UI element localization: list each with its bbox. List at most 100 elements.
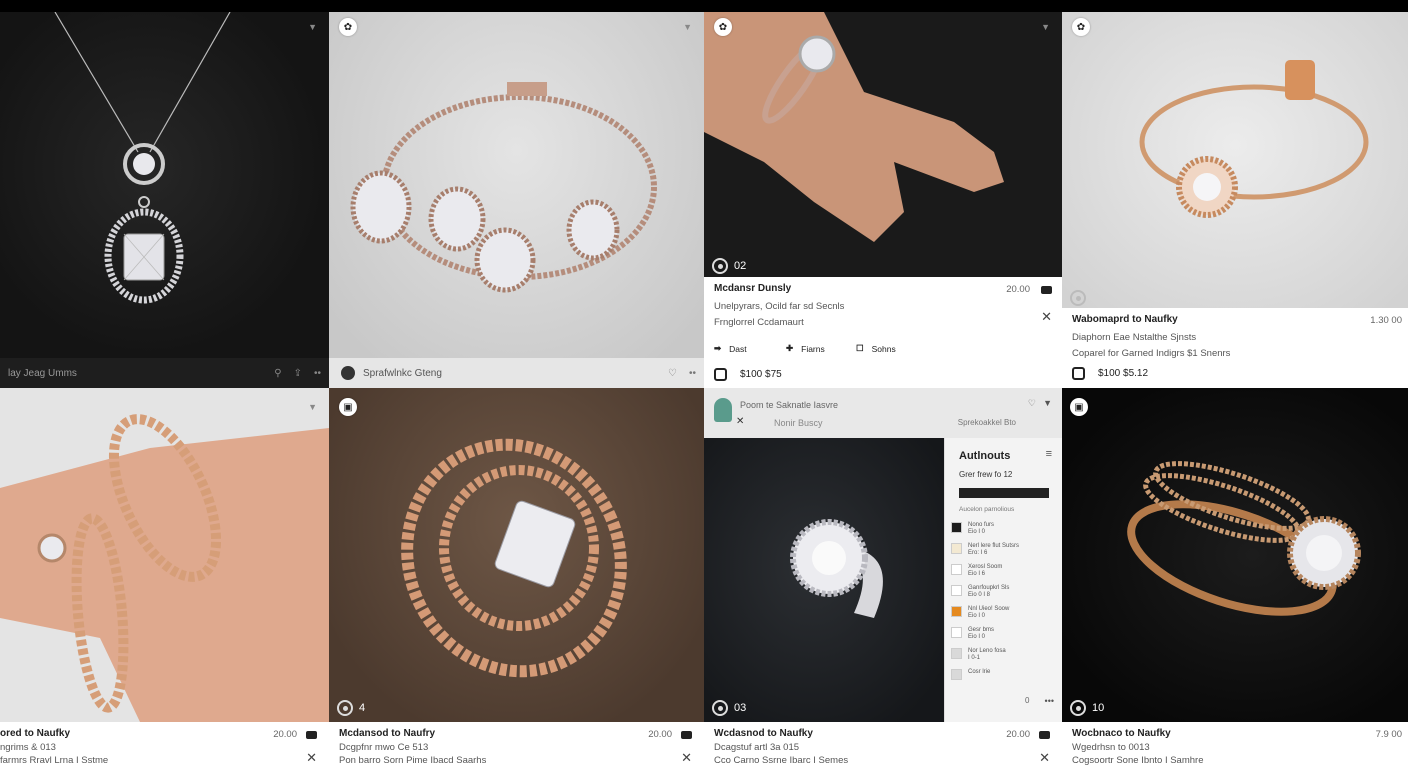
product-tile-bracelet[interactable]: ✿ ▼ Sprafwlnkc Gteng ♡ ••: [329, 12, 704, 388]
panel-row[interactable]: Xerosl Soom Eio I 6: [951, 564, 1057, 585]
panel-title: Autlnouts: [959, 450, 1011, 462]
ring-illustration: [1139, 60, 1369, 218]
panel-row-sublabel: I 0-1: [968, 655, 981, 661]
more-icon[interactable]: ••: [314, 368, 321, 379]
product-price: 1.30 00: [1370, 315, 1402, 326]
product-subdescription: Coparel for Garned Indigrs $1 Snenrs: [1072, 348, 1231, 359]
logo-icon: ✿: [1072, 18, 1090, 36]
product-description: Wgedrhsn to 0013: [1072, 742, 1150, 753]
card-icon[interactable]: [306, 731, 317, 739]
product-title: Mcdansod to Naufry: [339, 728, 436, 739]
panel-row[interactable]: Nor Leno fosa I 0-1: [951, 648, 1057, 669]
product-title: Mcdansr Dunsly: [714, 283, 792, 294]
product-tile-necklace[interactable]: ▼ lay Jeag Umms ⚲ ⇪ ••: [0, 12, 329, 388]
card-icon[interactable]: [1039, 731, 1050, 739]
necklace-illustration: [54, 12, 231, 304]
logo-icon: ✿: [339, 18, 357, 36]
panel-row-label: Gesr bms: [968, 627, 995, 633]
panel-row-text: Xerosl Soom Eio I 6: [968, 564, 1002, 578]
panel-row[interactable]: Ganrfoupkrl Sls Eio 0 I 8: [951, 585, 1057, 606]
product-tile-halo-ring[interactable]: Poom te Saknatle Iasvre Nonir Buscy ✕ Sp…: [704, 388, 1062, 768]
close-icon[interactable]: ✕: [1039, 750, 1050, 766]
panel-row-sublabel: Eio I 0: [968, 529, 986, 535]
product-tile-gold-ring[interactable]: ▣ 10 Wocbnaco to Naufky 7.9 00 Wgedrhsn …: [1062, 388, 1408, 768]
panel-row[interactable]: Nerl lere flut Sutsrs Ero: I 6: [951, 543, 1057, 564]
fiber-icon: ✚: [786, 343, 794, 353]
bracelet-illustration: [350, 82, 657, 293]
image-counter: 03: [712, 700, 746, 716]
panel-row-label: Ganrfoupkrl Sls: [968, 585, 1010, 591]
color-swatch: [951, 585, 962, 596]
panel-row[interactable]: Nnl Uieo! Soow Eio I 0: [951, 606, 1057, 627]
filter-panel: Autlnouts ≡ Grer frew fo 12 Aucelon parn…: [944, 438, 1062, 722]
carousel-icon: [337, 700, 353, 716]
product-description: Diaphorn Eae Nstalthe Sjnsts: [1072, 332, 1197, 343]
finger-rings-photo: [0, 388, 329, 722]
panel-row-label: Nono furs: [968, 522, 995, 528]
panel-row-text: Nnl Uieo! Soow Eio I 0: [968, 606, 1009, 620]
color-swatch: [951, 606, 962, 617]
frame-icon: ☐: [856, 343, 864, 353]
close-icon[interactable]: ✕: [681, 750, 692, 766]
pin-icon[interactable]: ♡: [668, 368, 677, 379]
carousel-icon: [1070, 700, 1086, 716]
product-info-card: Wocbnaco to Naufky 7.9 00 Wgedrhsn to 00…: [1062, 722, 1408, 768]
hand-ring-photo: [704, 12, 1062, 277]
action-save[interactable]: ✚ Fiarns: [786, 343, 825, 354]
panel-row-label: Nor Leno fosa: [968, 648, 1006, 654]
panel-row-sublabel: Eio I 0: [968, 613, 986, 619]
more-icon[interactable]: ••: [689, 368, 696, 379]
product-tile-emerald-ring[interactable]: ▣ 4 Mcdansod to Naufry 20.00 Dcgpfnr mwo…: [329, 388, 704, 768]
search-icon[interactable]: ⚲: [274, 368, 281, 379]
tile-header: Poom te Saknatle Iasvre Nonir Buscy ✕ Sp…: [704, 388, 1062, 438]
product-info-card: Wabomaprd to Naufky 1.30 00 Diaphorn Eae…: [1062, 308, 1408, 388]
panel-row-label: Cosr lrie: [968, 669, 991, 675]
panel-row-text: Nerl lere flut Sutsrs Ero: I 6: [968, 543, 1019, 557]
footer-price: $100 $5.12: [1098, 368, 1149, 379]
header-name: Poom te Saknatle Iasvre: [740, 400, 839, 410]
panel-row-text: Gesr bms Eio I 0: [968, 627, 994, 641]
panel-row-label: Xerosl Soom: [968, 564, 1003, 570]
product-subdescription: Pon barro Sorn Pime Ibacd Saarhs: [339, 755, 487, 766]
action-share[interactable]: ➡ Dast: [714, 343, 747, 354]
product-description: ngrims & 013: [0, 742, 56, 753]
product-info-card: Wcdasnod to Naufky 20.00 Dcagstuf artl 3…: [704, 722, 1062, 768]
panel-row-text: Ganrfoupkrl Sls Eio 0 I 8: [968, 585, 1009, 599]
header-right: Sprekoakkel Bto: [957, 418, 1016, 427]
close-small-icon[interactable]: ✕: [736, 416, 744, 427]
share-icon[interactable]: ⇪: [294, 368, 302, 379]
heart-icon[interactable]: ♡: [1028, 398, 1036, 409]
action-show[interactable]: ☐ Sohns: [856, 343, 896, 354]
chevron-down-icon[interactable]: ▼: [308, 22, 317, 32]
rose-ring-photo: [1062, 12, 1408, 308]
more-icon[interactable]: •••: [1045, 696, 1054, 706]
panel-search-input[interactable]: [959, 488, 1049, 498]
logo-icon: ▣: [339, 398, 357, 416]
necklace-photo: [0, 12, 329, 358]
panel-row[interactable]: Nono furs Eio I 0: [951, 522, 1057, 543]
product-tile-rose-ring[interactable]: ✿ Wabomaprd to Naufky 1.30 00 Diaphorn E…: [1062, 12, 1408, 388]
product-tile-hand-ring[interactable]: ▼ ✿ 02 Mcdansr Dunsly 20.00 Unelpyrars, …: [704, 12, 1062, 388]
product-title: ored to Naufky: [0, 728, 71, 739]
carousel-icon: [1070, 290, 1086, 306]
panel-row[interactable]: Cosr lrie: [951, 669, 1057, 690]
chevron-down-icon[interactable]: ▼: [1043, 398, 1052, 408]
image-counter: 10: [1070, 700, 1104, 716]
product-tile-finger-rings[interactable]: ▼ ored to Naufky 20.00 ngrims & 013 farm…: [0, 388, 329, 768]
product-price: 20.00: [648, 729, 672, 740]
panel-row-sublabel: Eio I 0: [968, 634, 986, 640]
ring-illustration: [1127, 461, 1361, 616]
bracelet-photo: [329, 12, 704, 358]
panel-row[interactable]: Gesr bms Eio I 0: [951, 627, 1057, 648]
chevron-down-icon[interactable]: ▼: [1041, 22, 1050, 32]
chevron-down-icon[interactable]: ▼: [308, 402, 317, 412]
card-icon[interactable]: [1041, 286, 1052, 294]
product-price: 7.9 00: [1375, 729, 1402, 740]
close-icon[interactable]: ✕: [1041, 309, 1052, 325]
tile-caption-bar: Sprafwlnkc Gteng ♡ ••: [329, 358, 704, 388]
chevron-down-icon[interactable]: ▼: [683, 22, 692, 32]
close-icon[interactable]: ✕: [306, 750, 317, 766]
product-subdescription: Frnglorrel Ccdamaurt: [714, 317, 804, 328]
menu-icon[interactable]: ≡: [1046, 448, 1052, 460]
card-icon[interactable]: [681, 731, 692, 739]
